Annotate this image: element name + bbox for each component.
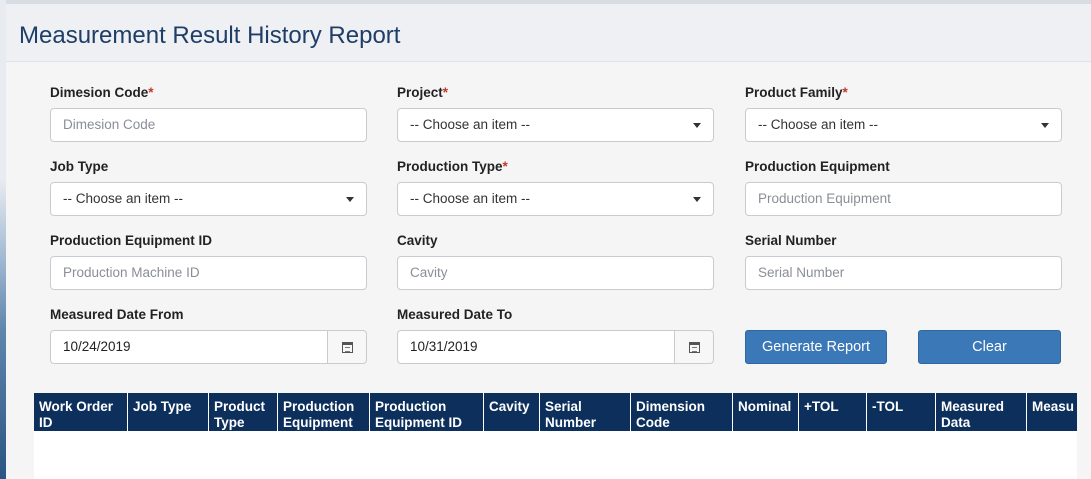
serial-number-placeholder: Serial Number [758,265,845,280]
required-mark: * [842,85,848,100]
job-type-select-value: -- Choose an item -- [63,191,184,206]
generate-report-button[interactable]: Generate Report [745,330,887,364]
column-header[interactable]: Nominal [733,393,799,431]
calendar-icon [689,342,700,353]
product-family-field: Product Family* -- Choose an item -- [745,85,1062,142]
column-header[interactable]: Dimension Code [631,393,733,431]
job-type-field: Job Type -- Choose an item -- [50,159,367,216]
product-family-select-value: -- Choose an item -- [758,117,879,132]
table-header: Work Order ID Job Type Product Type Prod… [34,393,1077,431]
product-family-select[interactable]: -- Choose an item -- [745,108,1062,142]
column-header[interactable]: Work Order ID [34,393,128,431]
page-title: Measurement Result History Report [19,22,401,49]
column-header[interactable]: Cavity [484,393,540,431]
measured-date-to-input[interactable]: 10/31/2019 [397,330,675,364]
measured-date-from-label: Measured Date From [50,307,184,322]
cavity-field: Cavity Cavity [397,233,714,290]
production-equipment-field: Production Equipment Production Equipmen… [745,159,1062,216]
production-equipment-id-placeholder: Production Machine ID [63,265,200,280]
column-header[interactable]: Serial Number [540,393,631,431]
production-equipment-id-input[interactable]: Production Machine ID [50,256,367,290]
measured-date-from-picker: 10/24/2019 [50,330,367,364]
production-type-select[interactable]: -- Choose an item -- [397,182,714,216]
column-header[interactable]: -TOL [867,393,936,431]
measured-date-from-field: Measured Date From 10/24/2019 [50,307,367,364]
measured-date-from-calendar-button[interactable] [327,330,367,364]
chevron-down-icon [346,197,354,202]
chevron-down-icon [1041,123,1049,128]
column-header[interactable]: Production Equipment ID [370,393,484,431]
column-header[interactable]: Product Type [209,393,278,431]
required-mark: * [442,85,449,100]
production-type-select-value: -- Choose an item -- [410,191,531,206]
project-select[interactable]: -- Choose an item -- [397,108,714,142]
production-equipment-id-field: Production Equipment ID Production Machi… [50,233,367,290]
production-equipment-input[interactable]: Production Equipment [745,182,1062,216]
project-label: Project* [397,85,714,103]
serial-number-input[interactable]: Serial Number [745,256,1062,290]
column-header[interactable]: +TOL [799,393,867,431]
calendar-icon [342,342,353,353]
chevron-down-icon [693,197,701,202]
serial-number-label: Serial Number [745,233,837,248]
production-type-label: Production Type* [397,159,714,177]
product-family-label-text: Product Family [745,85,843,100]
chevron-down-icon [693,123,701,128]
dimension-code-placeholder: Dimesion Code [63,117,156,132]
project-select-value: -- Choose an item -- [410,117,531,132]
dimension-code-label: Dimesion Code* [50,85,367,103]
cavity-placeholder: Cavity [410,265,448,280]
production-type-field: Production Type* -- Choose an item -- [397,159,714,216]
measured-date-to-picker: 10/31/2019 [397,330,714,364]
production-equipment-id-label: Production Equipment ID [50,233,212,248]
cavity-input[interactable]: Cavity [397,256,714,290]
clear-button[interactable]: Clear [918,330,1061,364]
cavity-label: Cavity [397,233,438,248]
production-type-label-text: Production Type [397,159,503,174]
dimension-code-input[interactable]: Dimesion Code [50,108,367,142]
report-table: Work Order ID Job Type Product Type Prod… [34,393,1077,479]
measured-date-from-input[interactable]: 10/24/2019 [50,330,328,364]
project-field: Project* -- Choose an item -- [397,85,714,142]
project-label-text: Project [397,85,443,100]
required-mark: * [148,85,154,100]
product-family-label: Product Family* [745,85,1062,103]
dimension-code-field: Dimesion Code* Dimesion Code [50,85,367,142]
production-equipment-label: Production Equipment [745,159,890,174]
measured-date-to-field: Measured Date To 10/31/2019 [397,307,714,364]
column-header[interactable]: Measu [1027,393,1077,431]
production-equipment-placeholder: Production Equipment [758,191,891,206]
job-type-label: Job Type [50,159,109,174]
job-type-select[interactable]: -- Choose an item -- [50,182,367,216]
serial-number-field: Serial Number Serial Number [745,233,1062,290]
measured-date-to-label: Measured Date To [397,307,513,322]
required-mark: * [502,159,508,174]
column-header[interactable]: Measured Data [936,393,1027,431]
column-header[interactable]: Production Equipment [278,393,370,431]
page-header: Measurement Result History Report [6,0,1091,62]
column-header[interactable]: Job Type [128,393,209,431]
dimension-code-label-text: Dimesion Code [50,85,149,100]
measured-date-to-calendar-button[interactable] [674,330,714,364]
